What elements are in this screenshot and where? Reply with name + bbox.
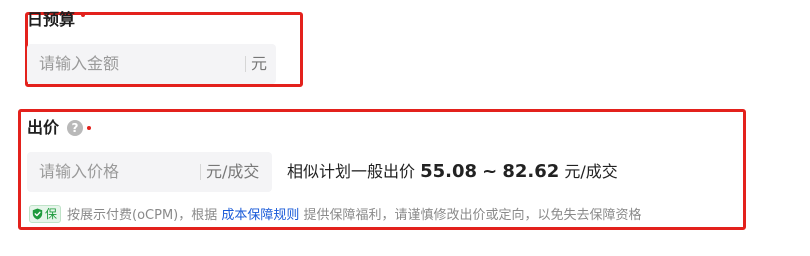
shield-check-icon [32, 208, 43, 220]
bid-unit: 元/成交 [206, 162, 260, 181]
required-dot [81, 13, 86, 17]
bid-input-divider [200, 164, 201, 180]
help-question-icon[interactable]: ? [67, 120, 83, 136]
guarantee-badge: 保 [29, 205, 62, 223]
guarantee-note-suffix: 提供保障福利，请谨慎修改出价或定向，以免失去保障资格 [303, 208, 642, 223]
guarantee-badge-text: 保 [45, 207, 58, 221]
budget-unit: 元 [251, 54, 268, 73]
suggestion-separator: ~ [482, 161, 498, 182]
suggestion-unit: 元/成交 [564, 162, 618, 181]
suggestion-low: 55.08 [420, 161, 478, 182]
bid-input[interactable]: 请输入价格 元/成交 [27, 152, 272, 192]
guarantee-note-prefix: 按展示付费(oCPM)，根据 [67, 208, 218, 223]
budget-input-divider [245, 56, 246, 72]
budget-label: 日预算 [27, 10, 86, 30]
bid-suggestion: 相似计划一般出价 55.08 ~ 82.62 元/成交 [287, 160, 618, 184]
bid-label: 出价 [27, 118, 59, 138]
cost-guarantee-rule-link[interactable]: 成本保障规则 [221, 208, 299, 223]
suggestion-high: 82.62 [502, 161, 560, 182]
suggestion-prefix: 相似计划一般出价 [287, 162, 416, 181]
budget-input-placeholder: 请输入金额 [39, 54, 120, 73]
budget-input[interactable]: 请输入金额 元 [27, 44, 276, 84]
bid-input-placeholder: 请输入价格 [39, 162, 120, 181]
guarantee-note: 保按展示付费(oCPM)，根据 成本保障规则 提供保障福利，请谨慎修改出价或定向… [29, 205, 642, 225]
required-dot [87, 126, 91, 130]
bid-label-text: 出价 [27, 118, 60, 137]
budget-label-text: 日预算 [27, 10, 76, 29]
